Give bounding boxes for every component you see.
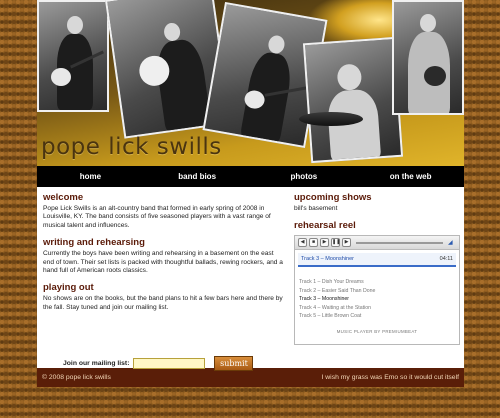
track-item[interactable]: Track 4 – Waiting at the Station: [299, 304, 455, 312]
music-player: ◀ ■ ▶ ❚❚ ▶ ◢ Track 3 – Moonshiner 04:11 …: [294, 235, 460, 346]
track-list: Track 1 – Dish Your Dreams Track 2 – Eas…: [295, 270, 459, 320]
nav-band-bios[interactable]: band bios: [144, 166, 251, 187]
welcome-text: Pope Lick Swills is an alt-country band …: [43, 205, 271, 229]
playing-text: No shows are on the books, but the band …: [43, 295, 283, 311]
writing-text: Currently the boys have been writing and…: [43, 250, 283, 275]
stop-icon[interactable]: ■: [309, 238, 318, 248]
band-photo-4: [302, 36, 404, 164]
track-time: 04:11: [439, 256, 453, 263]
nav-home[interactable]: home: [37, 166, 144, 187]
welcome-heading: welcome: [43, 192, 84, 203]
playing-heading: playing out: [43, 282, 94, 294]
now-playing-bar: Track 3 – Moonshiner 04:11: [298, 253, 456, 268]
track-item-active[interactable]: Track 3 – Moonshiner: [299, 295, 455, 303]
site-title: pope lick swills: [41, 134, 222, 160]
track-item[interactable]: Track 5 – Little Brown Coat: [299, 312, 455, 320]
player-credit[interactable]: MUSIC PLAYER BY PREMIUMBEAT: [295, 329, 459, 334]
mailing-list-input[interactable]: [133, 358, 206, 369]
main-nav: home band bios photos on the web: [37, 166, 464, 187]
band-photo-1: [37, 0, 109, 112]
submit-button[interactable]: submit: [214, 356, 254, 371]
pause-icon[interactable]: ❚❚: [331, 238, 340, 248]
mailing-list-label: Join our mailing list:: [63, 360, 130, 367]
sidebar: upcoming shows bill's basement rehearsal…: [294, 192, 460, 346]
cymbal: [299, 112, 363, 126]
volume-icon[interactable]: ◢: [448, 240, 456, 246]
volume-slider[interactable]: [356, 241, 443, 244]
player-controls: ◀ ■ ▶ ❚❚ ▶ ◢: [295, 236, 459, 251]
now-playing-title: Track 3 – Moonshiner: [301, 256, 354, 263]
shows-heading: upcoming shows: [294, 192, 372, 203]
nav-on-the-web[interactable]: on the web: [357, 166, 464, 187]
content-area: welcome Pope Lick Swills is an alt-count…: [37, 187, 464, 371]
mailing-list-form: Join our mailing list: submit: [63, 356, 254, 371]
track-item[interactable]: Track 2 – Easier Said Than Done: [299, 287, 455, 295]
reel-heading: rehearsal reel: [294, 220, 356, 232]
header-banner: pope lick swills: [37, 0, 464, 166]
nav-photos[interactable]: photos: [251, 166, 358, 187]
shows-text: bill's basement: [294, 205, 338, 212]
writing-heading: writing and rehearsing: [43, 237, 145, 249]
footer-tagline: I wish my grass was Emo so it would cut …: [321, 374, 460, 381]
band-photo-5: [392, 0, 464, 115]
main-column: welcome Pope Lick Swills is an alt-count…: [43, 192, 286, 319]
previous-icon[interactable]: ◀: [298, 238, 307, 248]
track-item[interactable]: Track 1 – Dish Your Dreams: [299, 278, 455, 286]
next-icon[interactable]: ▶: [342, 238, 351, 248]
play-icon[interactable]: ▶: [320, 238, 329, 248]
site-container: pope lick swills home band bios photos o…: [37, 0, 464, 387]
